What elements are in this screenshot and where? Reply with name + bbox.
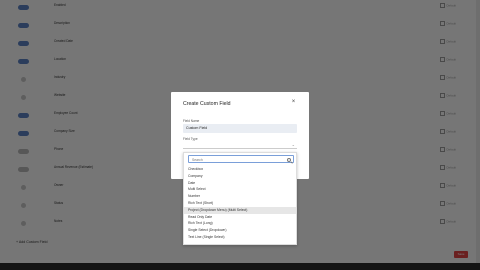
dropdown-option[interactable]: Checkbox (184, 166, 296, 173)
dropdown-option[interactable]: Multi Select (184, 186, 296, 193)
dropdown-option[interactable]: Number (184, 193, 296, 200)
field-name-label: Field Name (183, 119, 200, 123)
field-type-label: Field Type (183, 137, 198, 141)
chevron-down-icon: ⌄ (291, 142, 295, 147)
field-name-input[interactable]: Custom Field (183, 124, 297, 133)
dropdown-option[interactable]: Single Select (Dropdown) (184, 227, 296, 234)
dropdown-option[interactable]: Read Only Date (184, 214, 296, 221)
close-icon[interactable]: × (290, 99, 297, 106)
dropdown-search-box[interactable] (188, 155, 294, 163)
option-list: Checkbox Company Date Multi Select Number Ric… (184, 166, 296, 241)
search-input[interactable] (190, 156, 285, 163)
field-type-select[interactable]: ⌄ (183, 142, 297, 149)
dropdown-option[interactable]: Text Line (Single Select) (184, 234, 296, 241)
dropdown-option[interactable]: Company (184, 173, 296, 180)
dropdown-option[interactable]: Rich Text (Short) (184, 200, 296, 207)
field-type-dropdown: CheckboxCompanyDateMulti SelectNumberRic… (183, 152, 297, 245)
modal-title: Create Custom Field (183, 101, 231, 107)
dropdown-option[interactable]: Date (184, 180, 296, 187)
dropdown-option[interactable]: Project (Dropdown Menu) (Multi Select) (184, 206, 296, 214)
search-icon (287, 157, 291, 162)
dropdown-option[interactable]: Rich Text (Long) (184, 220, 296, 227)
